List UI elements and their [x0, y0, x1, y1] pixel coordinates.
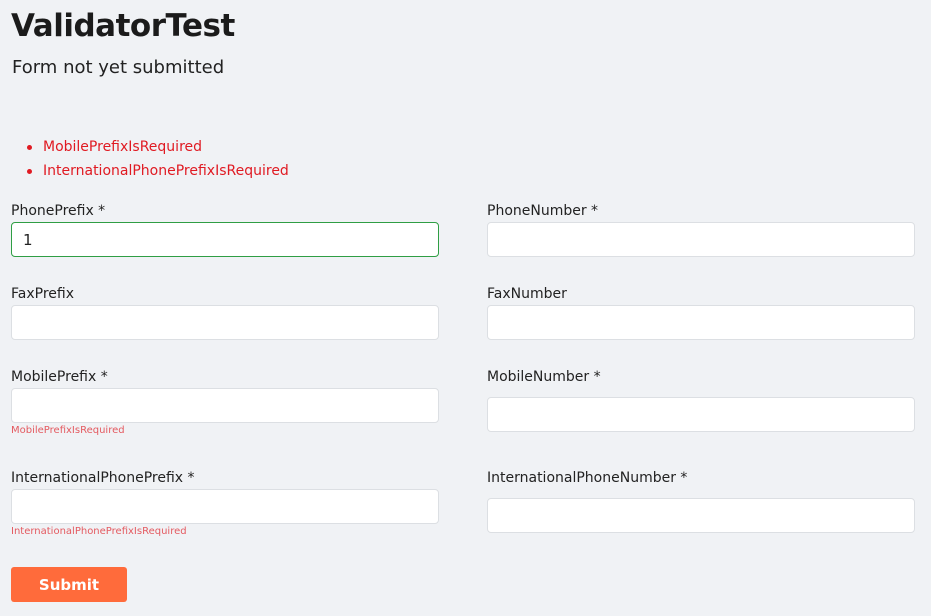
- mobile-number-label: MobileNumber *: [487, 369, 601, 385]
- fax-number-label: FaxNumber: [487, 286, 567, 302]
- form-status-text: Form not yet submitted: [12, 57, 225, 78]
- validation-summary: MobilePrefixIsRequired InternationalPhon…: [0, 135, 289, 183]
- international-phone-number-group: InternationalPhoneNumber *: [487, 468, 915, 533]
- phone-prefix-label: PhonePrefix *: [11, 203, 106, 219]
- mobile-prefix-group: MobilePrefix * MobilePrefixIsRequired: [11, 367, 439, 438]
- fax-number-input[interactable]: [487, 305, 915, 340]
- international-phone-prefix-group: InternationalPhonePrefix * International…: [11, 468, 439, 539]
- international-phone-number-label: InternationalPhoneNumber *: [487, 470, 688, 486]
- mobile-prefix-label: MobilePrefix *: [11, 369, 108, 385]
- phone-prefix-group: PhonePrefix *: [11, 201, 439, 257]
- international-phone-number-input[interactable]: [487, 498, 915, 533]
- mobile-prefix-error: MobilePrefixIsRequired: [11, 425, 125, 436]
- mobile-number-group: MobileNumber *: [487, 367, 915, 432]
- phone-number-label: PhoneNumber *: [487, 203, 599, 219]
- validation-summary-item: InternationalPhonePrefixIsRequired: [27, 159, 289, 183]
- international-phone-prefix-input[interactable]: [11, 489, 439, 524]
- fax-prefix-group: FaxPrefix: [11, 284, 439, 340]
- mobile-prefix-input[interactable]: [11, 388, 439, 423]
- fax-prefix-label: FaxPrefix: [11, 286, 74, 302]
- international-phone-prefix-label: InternationalPhonePrefix *: [11, 470, 195, 486]
- phone-number-input[interactable]: [487, 222, 915, 257]
- page-title: ValidatorTest: [11, 8, 235, 44]
- fax-prefix-input[interactable]: [11, 305, 439, 340]
- validator-test-page: ValidatorTest Form not yet submitted Mob…: [0, 0, 931, 616]
- phone-prefix-input[interactable]: [11, 222, 439, 257]
- submit-button[interactable]: Submit: [11, 567, 127, 602]
- international-phone-prefix-error: InternationalPhonePrefixIsRequired: [11, 526, 187, 537]
- fax-number-group: FaxNumber: [487, 284, 915, 340]
- phone-number-group: PhoneNumber *: [487, 201, 915, 257]
- mobile-number-input[interactable]: [487, 397, 915, 432]
- validation-summary-item: MobilePrefixIsRequired: [27, 135, 289, 159]
